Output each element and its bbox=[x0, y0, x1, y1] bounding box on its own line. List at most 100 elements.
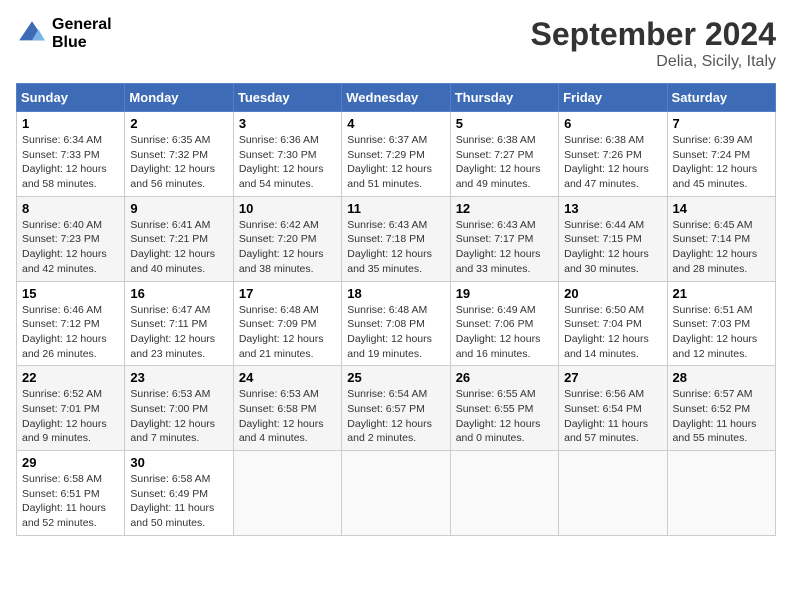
day-number: 8 bbox=[22, 201, 119, 216]
calendar-cell: 21 Sunrise: 6:51 AMSunset: 7:03 PMDayligh… bbox=[667, 281, 775, 366]
calendar-cell: 11 Sunrise: 6:43 AMSunset: 7:18 PMDayligh… bbox=[342, 196, 450, 281]
day-number: 10 bbox=[239, 201, 336, 216]
day-number: 6 bbox=[564, 116, 661, 131]
day-number: 2 bbox=[130, 116, 227, 131]
calendar-cell: 27 Sunrise: 6:56 AMSunset: 6:54 PMDayligh… bbox=[559, 366, 667, 451]
day-number: 7 bbox=[673, 116, 770, 131]
calendar-cell: 25 Sunrise: 6:54 AMSunset: 6:57 PMDayligh… bbox=[342, 366, 450, 451]
day-number: 11 bbox=[347, 201, 444, 216]
day-info: Sunrise: 6:56 AMSunset: 6:54 PMDaylight:… bbox=[564, 387, 661, 446]
calendar-cell: 12 Sunrise: 6:43 AMSunset: 7:17 PMDayligh… bbox=[450, 196, 558, 281]
day-info: Sunrise: 6:43 AMSunset: 7:18 PMDaylight:… bbox=[347, 218, 444, 277]
calendar-cell: 20 Sunrise: 6:50 AMSunset: 7:04 PMDayligh… bbox=[559, 281, 667, 366]
day-number: 1 bbox=[22, 116, 119, 131]
calendar-cell: 28Sunrise: 6:57 AMSunset: 6:52 PMDayligh… bbox=[667, 366, 775, 451]
day-number: 25 bbox=[347, 370, 444, 385]
calendar-cell: 2 Sunrise: 6:35 AMSunset: 7:32 PMDaylight… bbox=[125, 112, 233, 197]
day-number: 30 bbox=[130, 455, 227, 470]
calendar-cell: 5 Sunrise: 6:38 AMSunset: 7:27 PMDaylight… bbox=[450, 112, 558, 197]
logo: General Blue bbox=[16, 16, 112, 51]
day-info: Sunrise: 6:55 AMSunset: 6:55 PMDaylight:… bbox=[456, 387, 553, 446]
calendar-week-3: 15Sunrise: 6:46 AMSunset: 7:12 PMDayligh… bbox=[17, 281, 776, 366]
calendar-cell: 3 Sunrise: 6:36 AMSunset: 7:30 PMDaylight… bbox=[233, 112, 341, 197]
day-info: Sunrise: 6:48 AMSunset: 7:08 PMDaylight:… bbox=[347, 303, 444, 362]
day-number: 4 bbox=[347, 116, 444, 131]
day-number: 24 bbox=[239, 370, 336, 385]
day-info: Sunrise: 6:37 AMSunset: 7:29 PMDaylight:… bbox=[347, 133, 444, 192]
day-number: 14 bbox=[673, 201, 770, 216]
calendar-cell: 7 Sunrise: 6:39 AMSunset: 7:24 PMDaylight… bbox=[667, 112, 775, 197]
day-info: Sunrise: 6:45 AMSunset: 7:14 PMDaylight:… bbox=[673, 218, 770, 277]
calendar-cell: 23 Sunrise: 6:53 AMSunset: 7:00 PMDayligh… bbox=[125, 366, 233, 451]
calendar-cell: 13 Sunrise: 6:44 AMSunset: 7:15 PMDayligh… bbox=[559, 196, 667, 281]
calendar-cell: 18 Sunrise: 6:48 AMSunset: 7:08 PMDayligh… bbox=[342, 281, 450, 366]
calendar-cell: 29Sunrise: 6:58 AMSunset: 6:51 PMDayligh… bbox=[17, 451, 125, 536]
day-info: Sunrise: 6:38 AMSunset: 7:26 PMDaylight:… bbox=[564, 133, 661, 192]
day-header-tuesday: Tuesday bbox=[233, 84, 341, 112]
calendar-cell bbox=[667, 451, 775, 536]
calendar-cell bbox=[233, 451, 341, 536]
day-info: Sunrise: 6:40 AMSunset: 7:23 PMDaylight:… bbox=[22, 218, 119, 277]
day-number: 17 bbox=[239, 286, 336, 301]
calendar-week-2: 8 Sunrise: 6:40 AMSunset: 7:23 PMDaylight… bbox=[17, 196, 776, 281]
day-header-monday: Monday bbox=[125, 84, 233, 112]
calendar-week-4: 22Sunrise: 6:52 AMSunset: 7:01 PMDayligh… bbox=[17, 366, 776, 451]
logo-icon bbox=[16, 18, 48, 50]
logo-line1: General bbox=[52, 16, 112, 34]
day-info: Sunrise: 6:42 AMSunset: 7:20 PMDaylight:… bbox=[239, 218, 336, 277]
day-info: Sunrise: 6:50 AMSunset: 7:04 PMDaylight:… bbox=[564, 303, 661, 362]
calendar-cell bbox=[342, 451, 450, 536]
day-info: Sunrise: 6:35 AMSunset: 7:32 PMDaylight:… bbox=[130, 133, 227, 192]
day-number: 18 bbox=[347, 286, 444, 301]
calendar-cell bbox=[559, 451, 667, 536]
calendar-header-row: SundayMondayTuesdayWednesdayThursdayFrid… bbox=[17, 84, 776, 112]
title-block: September 2024 Delia, Sicily, Italy bbox=[531, 16, 776, 71]
day-info: Sunrise: 6:53 AMSunset: 6:58 PMDaylight:… bbox=[239, 387, 336, 446]
day-number: 27 bbox=[564, 370, 661, 385]
day-header-wednesday: Wednesday bbox=[342, 84, 450, 112]
day-info: Sunrise: 6:49 AMSunset: 7:06 PMDaylight:… bbox=[456, 303, 553, 362]
day-info: Sunrise: 6:48 AMSunset: 7:09 PMDaylight:… bbox=[239, 303, 336, 362]
month-title: September 2024 bbox=[531, 16, 776, 53]
calendar-cell: 30Sunrise: 6:58 AMSunset: 6:49 PMDayligh… bbox=[125, 451, 233, 536]
location: Delia, Sicily, Italy bbox=[531, 53, 776, 71]
logo-line2: Blue bbox=[52, 34, 112, 52]
day-number: 21 bbox=[673, 286, 770, 301]
day-number: 12 bbox=[456, 201, 553, 216]
day-number: 3 bbox=[239, 116, 336, 131]
calendar-cell bbox=[450, 451, 558, 536]
day-number: 5 bbox=[456, 116, 553, 131]
day-number: 22 bbox=[22, 370, 119, 385]
day-header-friday: Friday bbox=[559, 84, 667, 112]
day-number: 28 bbox=[673, 370, 770, 385]
day-info: Sunrise: 6:53 AMSunset: 7:00 PMDaylight:… bbox=[130, 387, 227, 446]
calendar-cell: 24 Sunrise: 6:53 AMSunset: 6:58 PMDayligh… bbox=[233, 366, 341, 451]
day-number: 23 bbox=[130, 370, 227, 385]
page-header: General Blue September 2024 Delia, Sicil… bbox=[16, 16, 776, 71]
calendar-cell: 19 Sunrise: 6:49 AMSunset: 7:06 PMDayligh… bbox=[450, 281, 558, 366]
day-number: 16 bbox=[130, 286, 227, 301]
logo-text: General Blue bbox=[52, 16, 112, 51]
day-info: Sunrise: 6:39 AMSunset: 7:24 PMDaylight:… bbox=[673, 133, 770, 192]
day-info: Sunrise: 6:44 AMSunset: 7:15 PMDaylight:… bbox=[564, 218, 661, 277]
day-number: 19 bbox=[456, 286, 553, 301]
calendar-cell: 22Sunrise: 6:52 AMSunset: 7:01 PMDayligh… bbox=[17, 366, 125, 451]
calendar-cell: 4 Sunrise: 6:37 AMSunset: 7:29 PMDaylight… bbox=[342, 112, 450, 197]
calendar-week-5: 29Sunrise: 6:58 AMSunset: 6:51 PMDayligh… bbox=[17, 451, 776, 536]
day-info: Sunrise: 6:58 AMSunset: 6:51 PMDaylight:… bbox=[22, 472, 119, 531]
day-info: Sunrise: 6:51 AMSunset: 7:03 PMDaylight:… bbox=[673, 303, 770, 362]
day-number: 20 bbox=[564, 286, 661, 301]
calendar-cell: 14 Sunrise: 6:45 AMSunset: 7:14 PMDayligh… bbox=[667, 196, 775, 281]
day-info: Sunrise: 6:34 AMSunset: 7:33 PMDaylight:… bbox=[22, 133, 119, 192]
day-info: Sunrise: 6:43 AMSunset: 7:17 PMDaylight:… bbox=[456, 218, 553, 277]
day-info: Sunrise: 6:54 AMSunset: 6:57 PMDaylight:… bbox=[347, 387, 444, 446]
day-number: 26 bbox=[456, 370, 553, 385]
day-number: 9 bbox=[130, 201, 227, 216]
day-info: Sunrise: 6:36 AMSunset: 7:30 PMDaylight:… bbox=[239, 133, 336, 192]
calendar-cell: 10 Sunrise: 6:42 AMSunset: 7:20 PMDayligh… bbox=[233, 196, 341, 281]
day-info: Sunrise: 6:41 AMSunset: 7:21 PMDaylight:… bbox=[130, 218, 227, 277]
day-number: 13 bbox=[564, 201, 661, 216]
calendar-cell: 6 Sunrise: 6:38 AMSunset: 7:26 PMDaylight… bbox=[559, 112, 667, 197]
day-header-thursday: Thursday bbox=[450, 84, 558, 112]
day-info: Sunrise: 6:38 AMSunset: 7:27 PMDaylight:… bbox=[456, 133, 553, 192]
